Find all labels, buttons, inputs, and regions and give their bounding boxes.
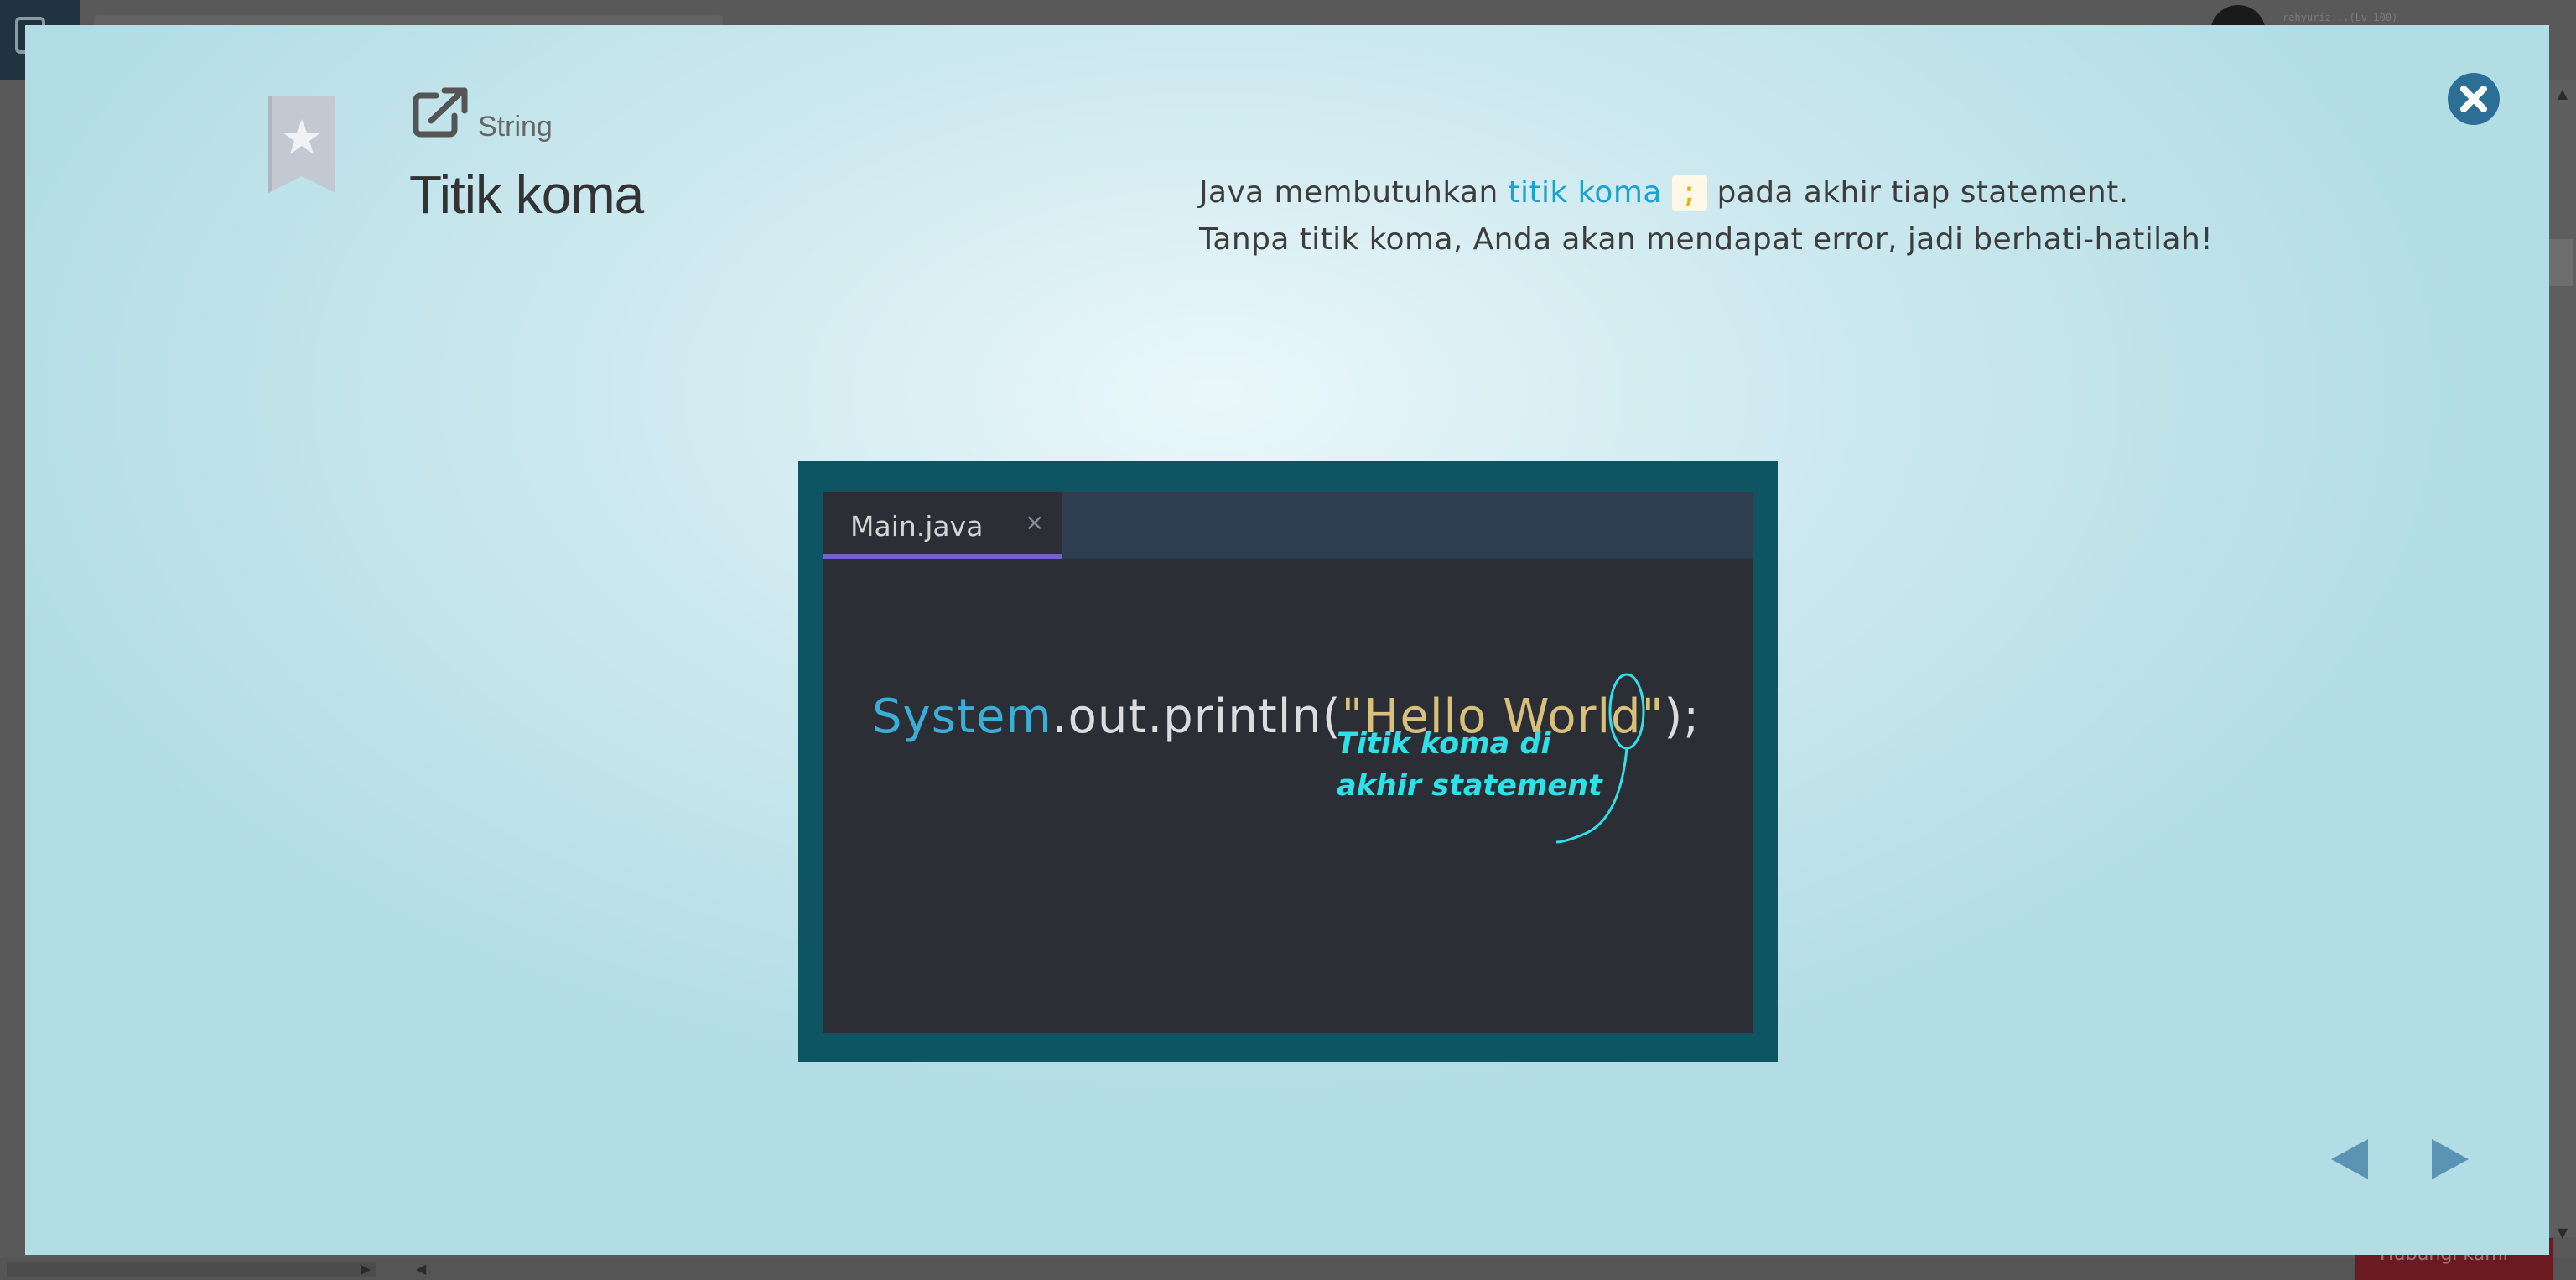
lesson-title: Titik koma — [409, 164, 644, 225]
bookmark-star-icon[interactable] — [267, 96, 337, 198]
scroll-down-icon[interactable]: ▼ — [2558, 1225, 2568, 1241]
horizontal-scrollbar[interactable] — [0, 1258, 2576, 1280]
description-line-1: Java membutuhkan titik koma ; pada akhir… — [1199, 169, 2213, 216]
description-text: pada akhir tiap statement. — [1706, 175, 2129, 210]
scroll-up-icon[interactable]: ▲ — [2558, 86, 2568, 101]
triangle-left-icon[interactable] — [2329, 1137, 2370, 1184]
code-editor: Main.java × System.out.println("Hello Wo… — [823, 492, 1753, 1033]
lesson-category: String — [478, 111, 553, 143]
scrollbar-thumb[interactable] — [2549, 239, 2573, 286]
inline-code: ; — [1671, 175, 1707, 211]
description-line-2: Tanpa titik koma, Anda akan mendapat err… — [1199, 222, 2214, 257]
lesson-modal: String Titik koma Java membutuhkan titik… — [25, 25, 2549, 1255]
code-illustration: Main.java × System.out.println("Hello Wo… — [798, 461, 1778, 1062]
keyword-highlight: titik koma — [1508, 175, 1662, 210]
horizontal-scrollbar-track[interactable] — [7, 1262, 376, 1277]
close-icon[interactable] — [2447, 72, 2501, 129]
description-text: Java membutuhkan — [1199, 175, 1509, 210]
username-label: rahyuriz...(Lv 100) — [2283, 12, 2398, 23]
triangle-right-icon[interactable] — [2430, 1137, 2470, 1184]
callout-text: Titik koma di akhir statement — [1337, 727, 1602, 803]
scroll-right-icon[interactable]: ▶ — [361, 1261, 371, 1277]
scroll-left-icon[interactable]: ◀ — [416, 1261, 426, 1277]
vertical-scrollbar[interactable] — [2546, 80, 2576, 1237]
lesson-description: Java membutuhkan titik koma ; pada akhir… — [1199, 169, 2213, 263]
external-link-icon[interactable] — [411, 86, 471, 143]
callout-annotation-shape — [1555, 673, 1645, 844]
